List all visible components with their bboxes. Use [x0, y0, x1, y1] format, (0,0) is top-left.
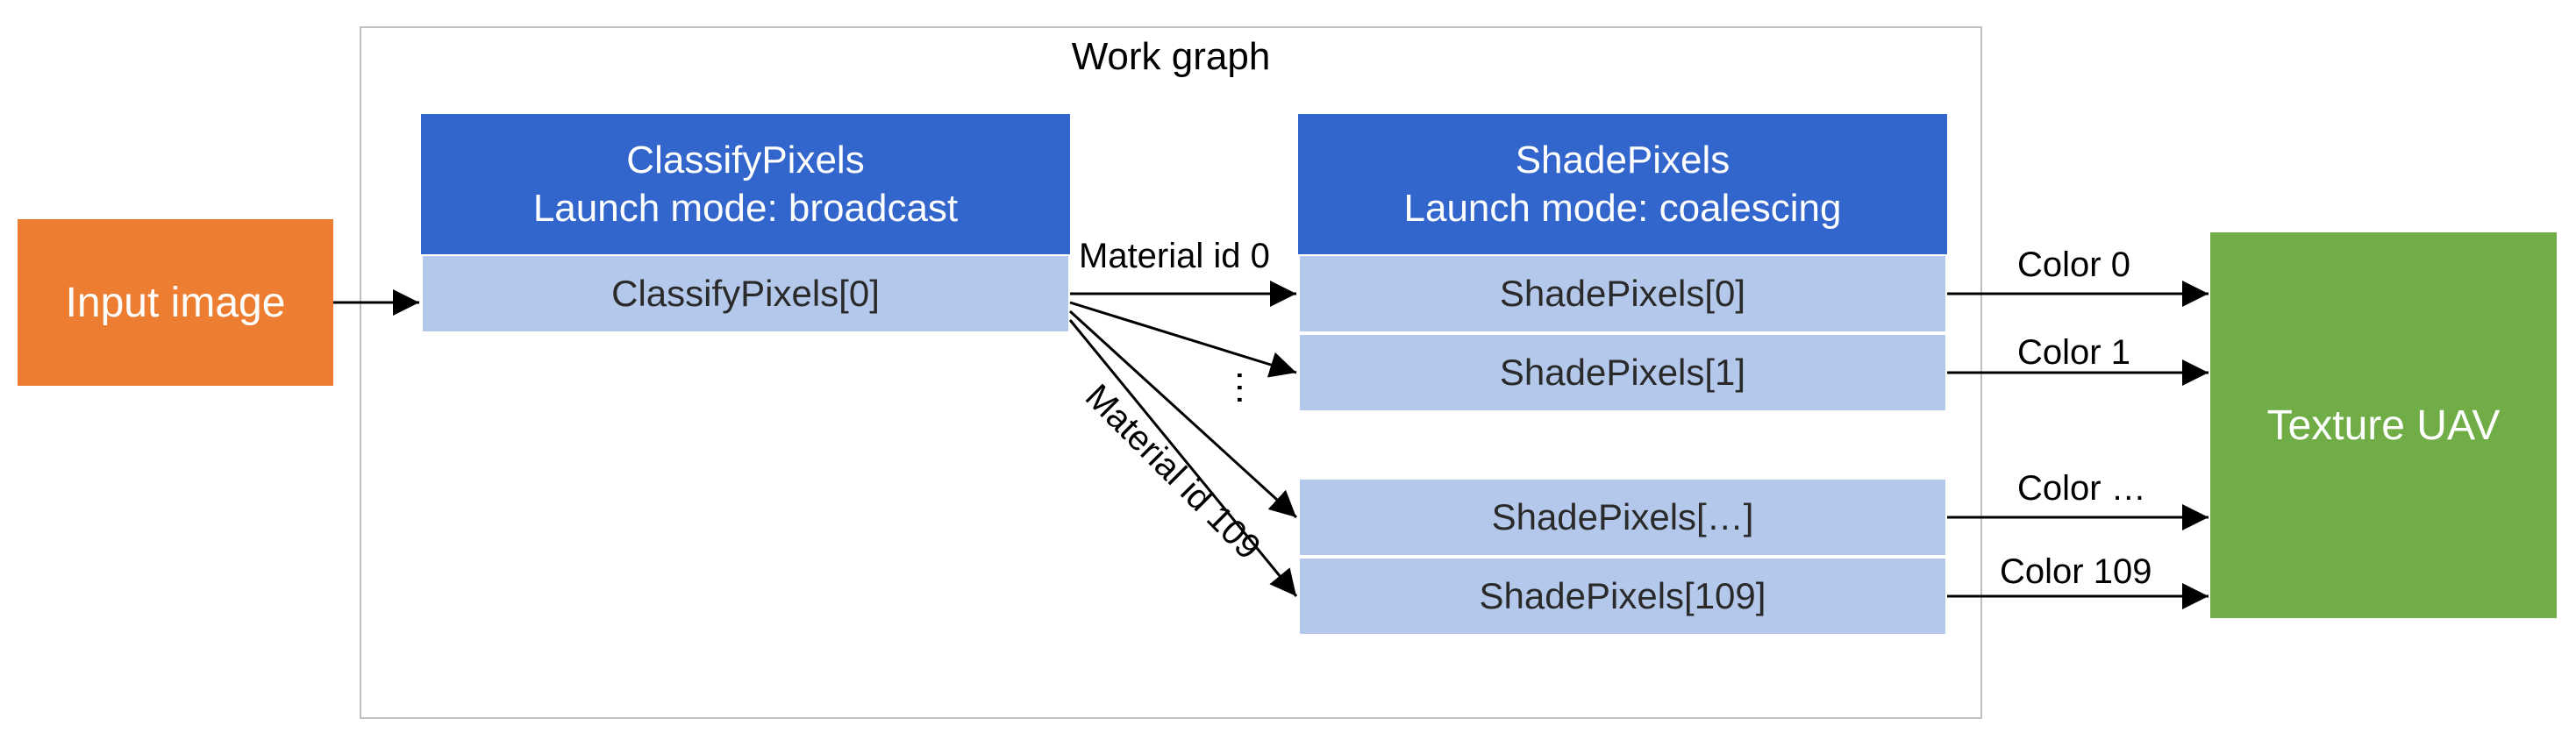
shade-mode: Launch mode: coalescing [1404, 184, 1842, 232]
edge-label-color-0: Color 0 [2017, 245, 2130, 285]
edge-label-color-2: Color … [2017, 469, 2146, 509]
shade-row-3: ShadePixels[109] [1298, 557, 1947, 636]
workgraph-title: Work graph [360, 35, 1982, 79]
diagram-canvas: Input image Work graph ClassifyPixels La… [0, 0, 2576, 740]
classify-mode: Launch mode: broadcast [533, 184, 958, 232]
shade-row-3-label: ShadePixels[109] [1480, 575, 1766, 617]
classify-title: ClassifyPixels [626, 136, 864, 184]
edge-label-material-0: Material id 0 [1079, 237, 1270, 276]
edge-label-color-3: Color 109 [2000, 552, 2151, 592]
edge-label-color-1: Color 1 [2017, 333, 2130, 373]
shade-title: ShadePixels [1516, 136, 1730, 184]
shade-row-2-label: ShadePixels[…] [1492, 496, 1754, 538]
classify-row-0-label: ClassifyPixels[0] [611, 273, 880, 315]
input-image-box: Input image [18, 219, 333, 386]
shade-row-0: ShadePixels[0] [1298, 254, 1947, 333]
shade-row-1: ShadePixels[1] [1298, 333, 1947, 412]
classify-row-0: ClassifyPixels[0] [421, 254, 1070, 333]
texture-uav-label: Texture UAV [2267, 402, 2501, 450]
shade-row-0-label: ShadePixels[0] [1500, 273, 1745, 315]
shade-header: ShadePixels Launch mode: coalescing [1298, 114, 1947, 254]
input-image-label: Input image [66, 279, 286, 327]
ellipsis-between-shade-rows: … [1228, 368, 1272, 412]
shade-row-1-label: ShadePixels[1] [1500, 352, 1745, 394]
classify-header: ClassifyPixels Launch mode: broadcast [421, 114, 1070, 254]
shade-row-2: ShadePixels[…] [1298, 478, 1947, 557]
texture-uav-box: Texture UAV [2210, 232, 2557, 618]
